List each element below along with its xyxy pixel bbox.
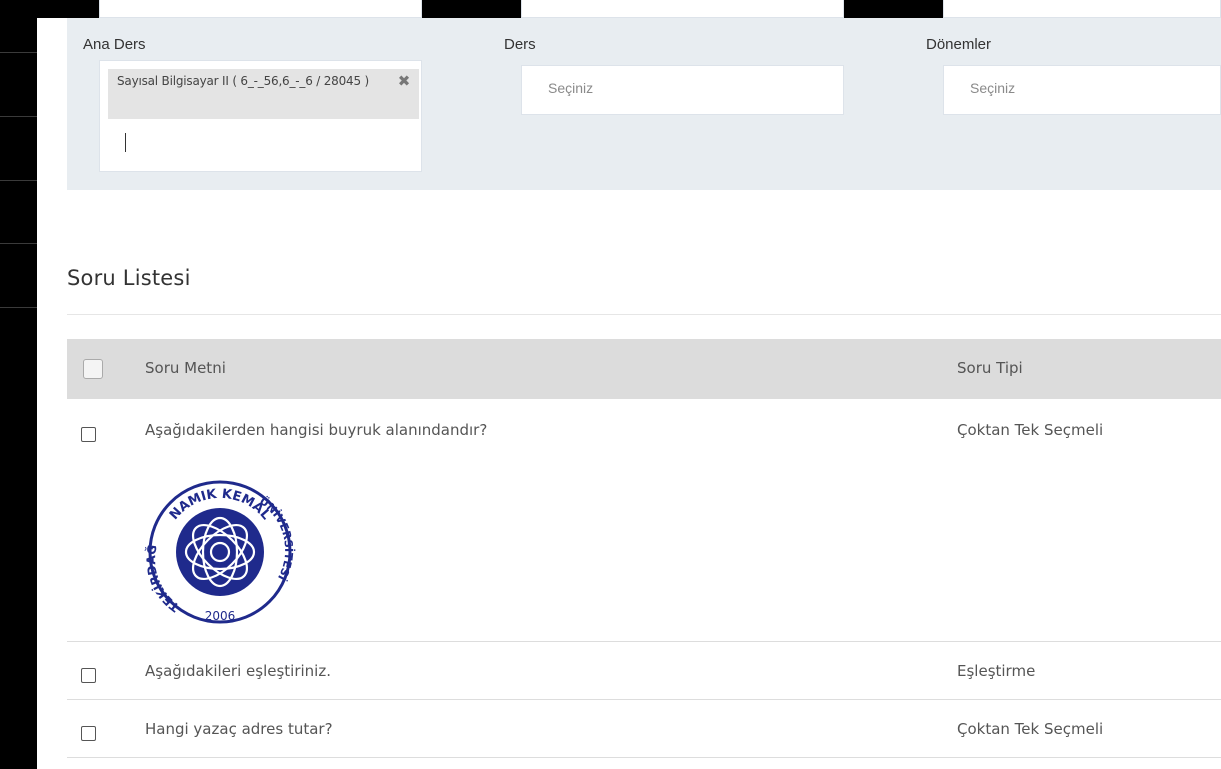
column-header-text[interactable]: Soru Metni [145, 359, 226, 377]
upper-filter-input[interactable] [943, 0, 1221, 18]
question-text: Aşağıdakilerden hangisi buyruk alanından… [145, 421, 488, 439]
top-bar [37, 0, 1221, 18]
ders-select[interactable]: Seçiniz [521, 65, 844, 115]
main-content: Ana Ders Sayısal Bilgisayar II ( 6_-_56,… [37, 18, 1221, 769]
section-divider [67, 314, 1221, 315]
ders-placeholder: Seçiniz [548, 80, 594, 96]
question-type: Çoktan Tek Seçmeli [957, 720, 1104, 738]
row-checkbox[interactable] [81, 668, 96, 683]
selected-course-label: Sayısal Bilgisayar II ( 6_-_56,6_-_6 / 2… [117, 74, 369, 88]
column-header-type[interactable]: Soru Tipi [957, 359, 1023, 377]
upper-filter-input[interactable] [99, 0, 422, 18]
text-cursor [125, 133, 126, 152]
upper-filter-input[interactable] [521, 0, 844, 18]
row-checkbox[interactable] [81, 427, 96, 442]
university-logo-image: NAMIK KEMAL TEKİRDAĞ ÜNİVERSİTESİ 2006 [143, 474, 297, 627]
select-all-checkbox[interactable] [83, 359, 103, 379]
donemler-label: Dönemler [926, 36, 992, 53]
ders-label: Ders [504, 36, 536, 53]
remove-tag-icon[interactable]: ✖ [396, 73, 412, 89]
logo-year: 2006 [205, 609, 236, 623]
section-title: Soru Listesi [67, 266, 191, 290]
left-sidebar [0, 0, 37, 769]
question-text: Hangi yazaç adres tutar? [145, 720, 333, 738]
question-type: Çoktan Tek Seçmeli [957, 421, 1104, 439]
filter-panel: Ana Ders Sayısal Bilgisayar II ( 6_-_56,… [67, 18, 1221, 190]
donemler-select[interactable]: Seçiniz [943, 65, 1221, 115]
ana-ders-label: Ana Ders [83, 36, 146, 53]
ana-ders-select[interactable]: Sayısal Bilgisayar II ( 6_-_56,6_-_6 / 2… [99, 60, 422, 172]
sidebar-divider [0, 243, 37, 244]
sidebar-divider [0, 116, 37, 117]
sidebar-divider [0, 52, 37, 53]
sidebar-divider [0, 307, 37, 308]
question-type: Eşleştirme [957, 662, 1036, 680]
selected-course-tag: Sayısal Bilgisayar II ( 6_-_56,6_-_6 / 2… [108, 69, 419, 119]
row-checkbox[interactable] [81, 726, 96, 741]
donemler-placeholder: Seçiniz [970, 80, 1016, 96]
table-row: Hangi yazaç adres tutar? Çoktan Tek Seçm… [67, 700, 1221, 758]
table-row: Aşağıdakilerden hangisi buyruk alanından… [67, 399, 1221, 642]
table-row: Aşağıdakileri eşleştiriniz. Eşleştirme [67, 642, 1221, 700]
sidebar-divider [0, 180, 37, 181]
table-header: Soru Metni Soru Tipi [67, 339, 1221, 399]
question-text: Aşağıdakileri eşleştiriniz. [145, 662, 331, 680]
